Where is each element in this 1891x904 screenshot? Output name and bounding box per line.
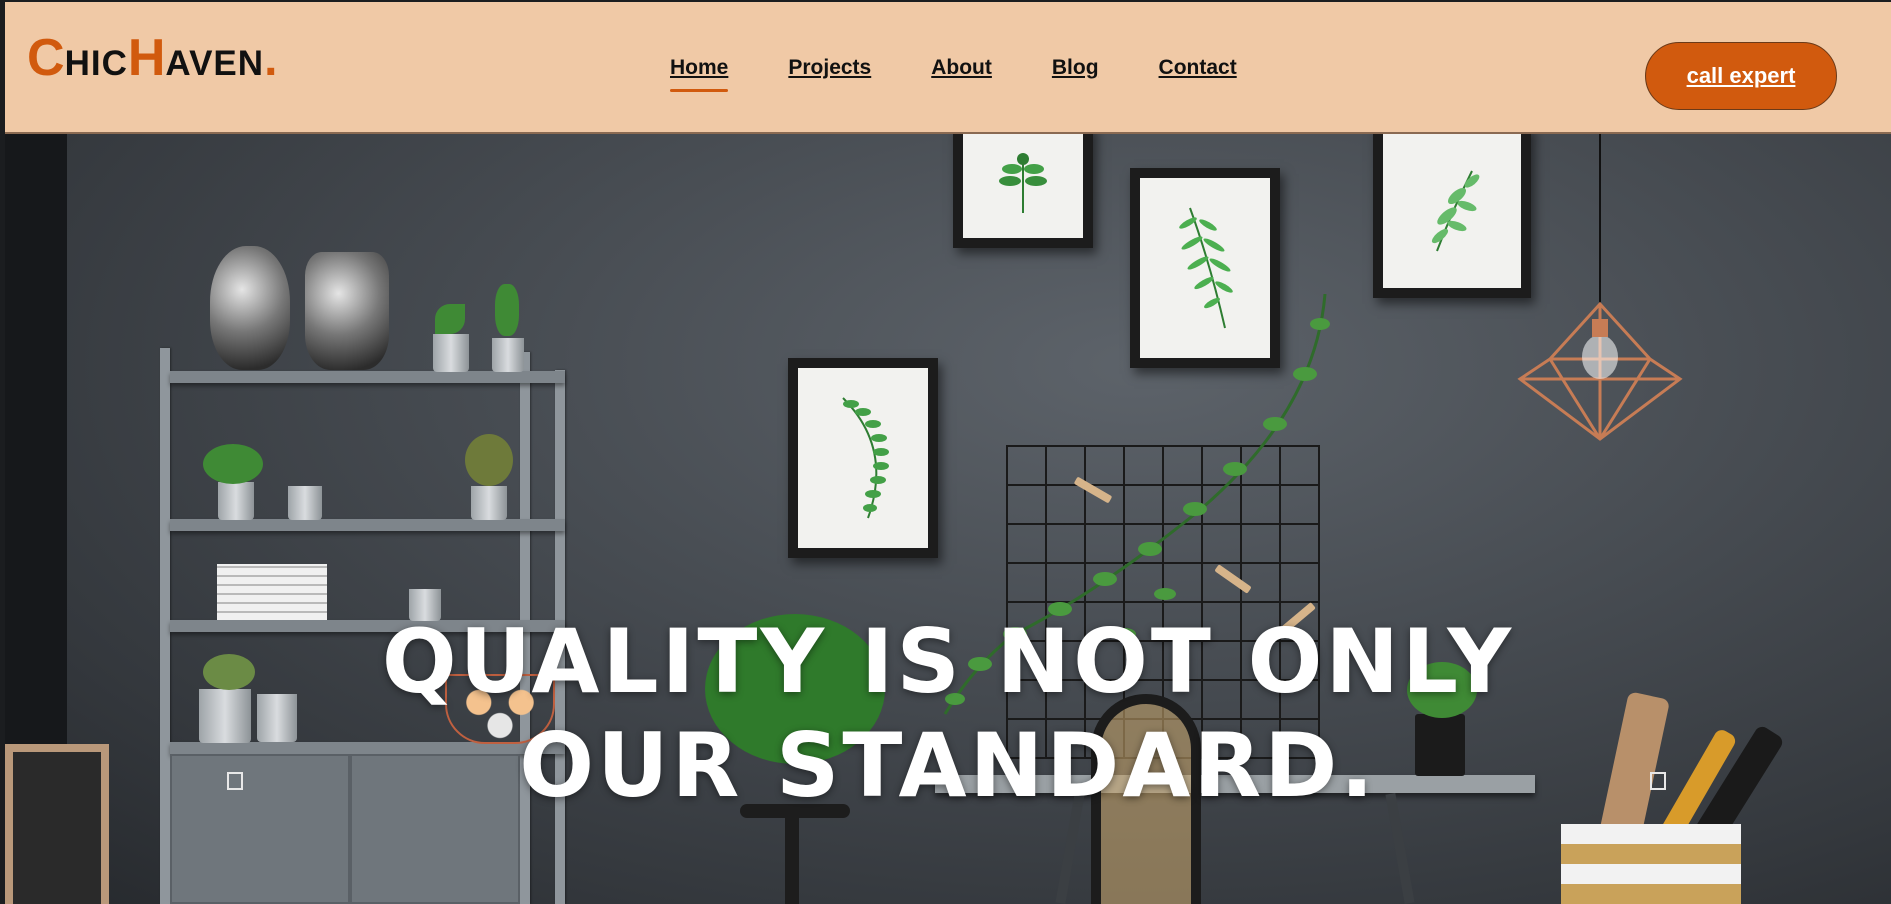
logo-text-aven: AVEN	[165, 44, 265, 83]
nav-contact[interactable]: Contact	[1159, 56, 1237, 80]
nav-home[interactable]: Home	[670, 56, 729, 92]
logo-text-hic: HIC	[64, 44, 128, 83]
shelf-board	[170, 519, 565, 531]
plant-leaves	[465, 434, 513, 486]
metal-vase	[210, 246, 290, 370]
plant-pot	[288, 486, 322, 520]
main-nav: Home Projects About Blog Contact	[670, 56, 1297, 92]
logo-letter-h: H	[127, 29, 166, 87]
logo-letter-c: C	[27, 29, 65, 87]
page: CHICHAVEN. Home Projects About Blog Cont…	[0, 0, 1891, 904]
plant-pot	[433, 334, 469, 372]
call-expert-button[interactable]: call expert	[1645, 42, 1837, 110]
wall-frame	[953, 134, 1093, 248]
lantern	[305, 252, 389, 370]
plant-leaves	[203, 444, 263, 484]
hero-headline: QUALITY IS NOT ONLY OUR STANDARD.	[5, 610, 1891, 818]
site-header: CHICHAVEN. Home Projects About Blog Cont…	[5, 2, 1891, 134]
nav-blog[interactable]: Blog	[1052, 56, 1099, 80]
hero-section: QUALITY IS NOT ONLY OUR STANDARD.	[5, 134, 1891, 904]
fern-art-icon	[842, 397, 889, 519]
hero-headline-line2: OUR STANDARD.	[519, 714, 1377, 817]
hero-headline-line1: QUALITY IS NOT ONLY	[381, 610, 1515, 713]
nav-projects[interactable]: Projects	[788, 56, 871, 80]
plant-pot	[492, 338, 524, 372]
logo-dot: .	[264, 33, 278, 86]
leaf-art-icon	[1431, 170, 1480, 252]
pendant-lamp-icon	[1517, 301, 1683, 441]
plant-art-icon	[999, 153, 1047, 213]
shelf-board	[170, 371, 565, 383]
wall-frame	[788, 358, 938, 558]
logo[interactable]: CHICHAVEN.	[27, 32, 277, 84]
lamp-wire	[1599, 134, 1601, 304]
wall-frame	[1373, 134, 1531, 298]
storage-bag	[1561, 824, 1741, 904]
plant-pot	[218, 482, 254, 520]
plant-leaves	[495, 284, 519, 336]
nav-about[interactable]: About	[931, 56, 992, 80]
stool-leg	[785, 818, 799, 904]
plant-pot	[471, 486, 507, 520]
plant-leaves	[435, 304, 465, 334]
